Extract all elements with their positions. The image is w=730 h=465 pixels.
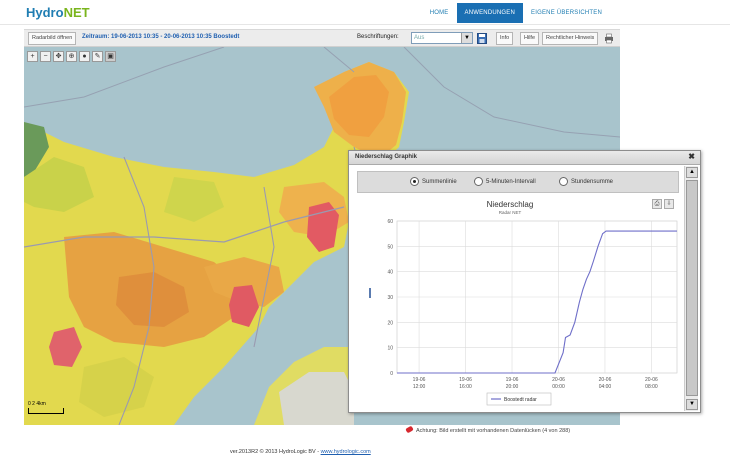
location-icon[interactable]: ● xyxy=(79,51,90,62)
x-tick-label: 16:00 xyxy=(459,384,472,390)
scroll-down-icon[interactable]: ▼ xyxy=(686,399,698,410)
x-tick-label: 20-06 xyxy=(645,377,658,383)
radio-summenlinie[interactable]: Summenlinie xyxy=(410,177,457,186)
warning-pill-icon xyxy=(405,425,414,434)
map-scale-label: 0 2 4km xyxy=(28,401,46,407)
save-icon[interactable] xyxy=(477,33,487,44)
y-tick-label: 10 xyxy=(387,346,393,352)
beschriftungen-value: Aus xyxy=(414,35,425,41)
rechtlicher-hinweis-button[interactable]: Rechtlicher Hinweis xyxy=(542,32,599,45)
chart-title: Niederschlag xyxy=(486,200,534,209)
y-tick-label: 0 xyxy=(390,371,393,377)
x-tick-label: 19-06 xyxy=(413,377,426,383)
y-tick-label: 30 xyxy=(387,295,393,301)
x-tick-label: 00:00 xyxy=(552,384,565,390)
main-nav: HOME ANWENDUNGEN EIGENE ÜBERSICHTEN xyxy=(422,3,610,23)
radio-group: Summenlinie 5-Minuten-Intervall Stundens… xyxy=(357,171,679,193)
info-button[interactable]: Info xyxy=(496,32,514,45)
beschriftungen-select[interactable]: Aus ▼ xyxy=(411,32,473,44)
nav-anwendungen[interactable]: ANWENDUNGEN xyxy=(456,3,524,23)
footer: ver.2013R2 © 2013 HydroLogic BV - www.hy… xyxy=(230,449,371,455)
measure-icon[interactable]: ✎ xyxy=(92,51,103,62)
zoom-in-icon[interactable]: + xyxy=(27,51,38,62)
zoom-box-icon[interactable]: ⊕ xyxy=(66,51,77,62)
pan-icon[interactable]: ✥ xyxy=(53,51,64,62)
radio-unchecked-icon[interactable] xyxy=(559,177,568,186)
popup-titlebar[interactable]: Niederschlag Graphik ✖ xyxy=(349,151,700,165)
x-tick-label: 20-06 xyxy=(599,377,612,383)
x-tick-label: 20:00 xyxy=(506,384,519,390)
x-tick-label: 19-06 xyxy=(506,377,519,383)
radio-checked-icon[interactable] xyxy=(410,177,419,186)
x-tick-label: 08:00 xyxy=(645,384,658,390)
beschriftungen-label: Beschriftungen: xyxy=(357,34,399,40)
radio-5min-intervall[interactable]: 5-Minuten-Intervall xyxy=(474,177,536,186)
header: HydroNET HOME ANWENDUNGEN EIGENE ÜBERSIC… xyxy=(0,0,730,25)
logo-part-hydro: Hydro xyxy=(26,5,64,20)
logo-part-net: NET xyxy=(63,5,90,20)
page: HydroNET HOME ANWENDUNGEN EIGENE ÜBERSIC… xyxy=(0,0,730,465)
precipitation-chart: 010203040506019-0612:0019-0616:0019-0620… xyxy=(369,219,678,406)
footer-text: ver.2013R2 © 2013 HydroLogic BV - xyxy=(230,449,321,455)
y-tick-label: 60 xyxy=(387,219,393,225)
map-toolbar: Radarbild öffnen Zeitraum: 19-06-2013 10… xyxy=(24,29,620,47)
zeitraum-text: Zeitraum: 19-06-2013 10:35 - 20-06-2013 … xyxy=(82,34,240,40)
hydronet-logo[interactable]: HydroNET xyxy=(26,5,90,20)
nav-eigene-uebersichten[interactable]: EIGENE ÜBERSICHTEN xyxy=(523,3,610,23)
y-tick-label: 50 xyxy=(387,244,393,250)
chart-export-buttons: ⎙ ⇩ xyxy=(652,199,674,209)
radio-stundensumme-label: Stundensumme xyxy=(571,178,614,185)
x-tick-label: 20-06 xyxy=(552,377,565,383)
radio-summenlinie-label: Summenlinie xyxy=(422,178,457,185)
footer-link[interactable]: www.hydrologic.com xyxy=(321,449,371,455)
print-icon[interactable] xyxy=(604,33,614,44)
close-icon[interactable]: ✖ xyxy=(688,152,695,161)
scroll-thumb[interactable] xyxy=(686,180,698,396)
zoom-out-icon[interactable]: − xyxy=(40,51,51,62)
data-gap-note: Achtung: Bild erstellt mit vorhandenen D… xyxy=(405,425,571,434)
popup-scrollbar[interactable]: ▲ ▼ xyxy=(684,166,698,411)
print-icon[interactable]: ⎙ xyxy=(652,199,662,209)
legend-label: Boostedt radar xyxy=(504,397,537,403)
x-tick-label: 04:00 xyxy=(599,384,612,390)
map-scale-bar xyxy=(28,408,64,414)
popup-title: Niederschlag Graphik xyxy=(355,154,418,160)
scroll-up-icon[interactable]: ▲ xyxy=(686,167,698,178)
x-tick-label: 19-06 xyxy=(459,377,472,383)
y-tick-label: 40 xyxy=(387,270,393,276)
data-gap-note-text: Achtung: Bild erstellt mit vorhandenen D… xyxy=(416,428,571,434)
map-tools: + − ✥ ⊕ ● ✎ ▣ xyxy=(27,51,116,62)
y-tick-label: 20 xyxy=(387,320,393,326)
nav-home[interactable]: HOME xyxy=(422,3,457,23)
radarbild-oeffnen-button[interactable]: Radarbild öffnen xyxy=(28,32,77,45)
radio-stundensumme[interactable]: Stundensumme xyxy=(559,177,613,186)
radio-5min-label: 5-Minuten-Intervall xyxy=(486,178,536,185)
x-tick-label: 12:00 xyxy=(413,384,426,390)
graph-select-icon[interactable]: ▣ xyxy=(105,51,116,62)
download-icon[interactable]: ⇩ xyxy=(664,199,674,209)
map-scale: 0 2 4km xyxy=(28,401,64,414)
radio-unchecked-icon[interactable] xyxy=(474,177,483,186)
niederschlag-popup[interactable]: Niederschlag Graphik ✖ Summenlinie 5-Min… xyxy=(348,150,701,413)
y-axis-marker xyxy=(369,288,371,298)
chevron-down-icon[interactable]: ▼ xyxy=(461,33,472,43)
hilfe-button[interactable]: Hilfe xyxy=(520,32,540,45)
